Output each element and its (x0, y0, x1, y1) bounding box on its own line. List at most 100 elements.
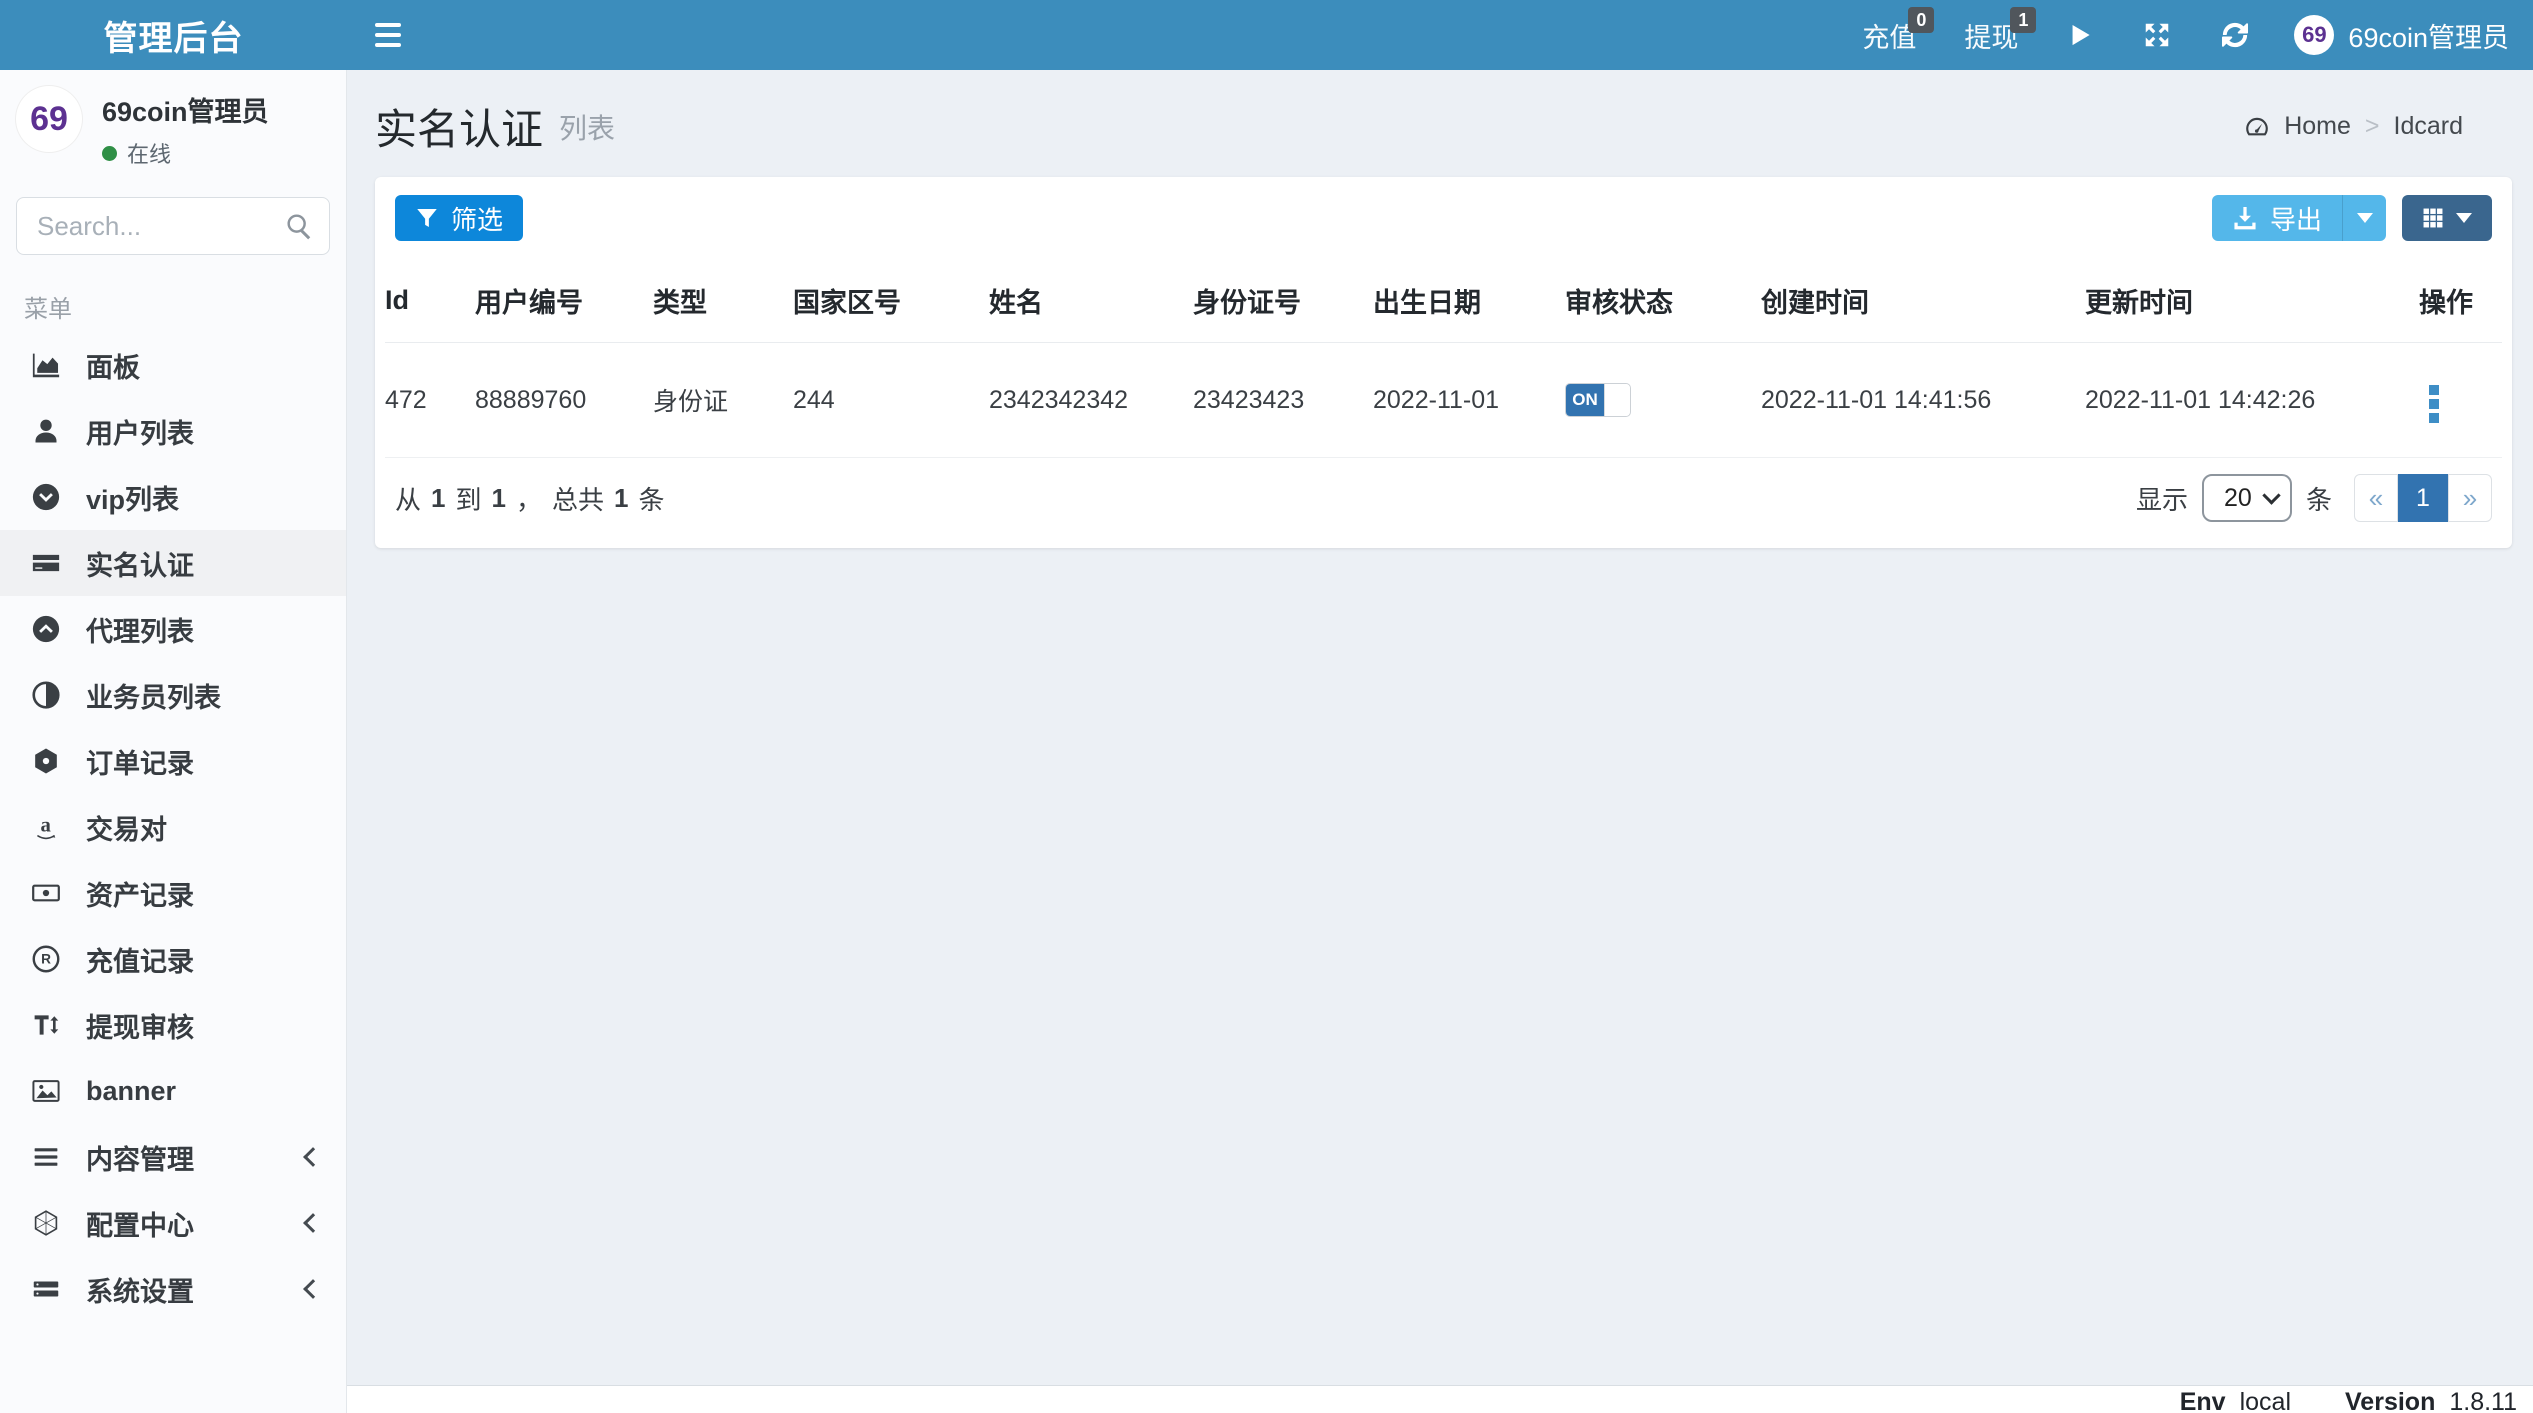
row-actions-button[interactable] (2419, 381, 2449, 427)
sidebar-item-recharge-records[interactable]: R 充值记录 (0, 926, 346, 992)
sidebar-item-vip[interactable]: vip列表 (0, 464, 346, 530)
amazon-a-icon: a (26, 813, 66, 841)
search-icon[interactable] (284, 211, 314, 246)
sidebar-item-label: 业务员列表 (86, 682, 221, 713)
registered-icon: R (26, 945, 66, 973)
sidebar-item-trading-pairs[interactable]: a 交易对 (0, 794, 346, 860)
ellipsis-vertical-icon (2429, 385, 2439, 395)
sidebar-search-input[interactable] (16, 197, 330, 255)
export-button[interactable]: 导出 (2211, 195, 2342, 241)
refresh-button[interactable] (2196, 0, 2274, 70)
col-id[interactable]: Id (385, 259, 475, 343)
play-button[interactable] (2042, 0, 2118, 70)
sidebar-item-dashboard[interactable]: 面板 (0, 332, 346, 398)
navbar-withdraw-link[interactable]: 提现 1 (1940, 0, 2042, 70)
caret-down-icon (2456, 213, 2472, 223)
sidebar-item-assets[interactable]: 资产记录 (0, 860, 346, 926)
download-icon (2234, 207, 2256, 230)
sidebar-item-label: 系统设置 (86, 1276, 194, 1307)
page-size-select[interactable]: 20 (2201, 474, 2292, 522)
menu-section-label: 菜单 (24, 296, 72, 323)
toggle-on-label: ON (1566, 384, 1604, 416)
user-icon (26, 417, 66, 445)
sidebar-item-label: 订单记录 (86, 748, 194, 779)
id-card-icon (26, 549, 66, 577)
caret-down-icon (2356, 213, 2373, 223)
pager-page-1[interactable]: 1 (2398, 474, 2448, 522)
col-id-number[interactable]: 身份证号 (1193, 259, 1373, 343)
sidebar-item-label: 充值记录 (86, 946, 194, 977)
play-icon (2072, 24, 2091, 46)
toggle-handle (1604, 384, 1630, 416)
circle-chevron-up-icon (26, 615, 66, 643)
col-name[interactable]: 姓名 (989, 259, 1193, 343)
filter-button[interactable]: 筛选 (395, 195, 524, 241)
col-updated-at[interactable]: 更新时间 (2085, 259, 2419, 343)
cell-id: 472 (385, 342, 475, 458)
cell-updated-at: 2022-11-01 14:42:26 (2085, 342, 2419, 458)
sidebar-toggle-button[interactable] (347, 0, 429, 70)
sidebar-item-salesmen[interactable]: 业务员列表 (0, 662, 346, 728)
sidebar-item-system[interactable]: 系统设置 (0, 1256, 346, 1322)
version-value: 1.8.11 (2449, 1388, 2517, 1413)
withdraw-badge: 1 (2010, 7, 2037, 33)
card-toolbar: 筛选 导出 (385, 195, 2502, 241)
export-button-group: 导出 (2211, 195, 2386, 241)
sidebar-item-agents[interactable]: 代理列表 (0, 596, 346, 662)
cell-created-at: 2022-11-01 14:41:56 (1761, 342, 2085, 458)
cell-type: 身份证 (653, 342, 793, 458)
unit-label: 条 (2305, 484, 2332, 515)
page-subtitle: 列表 (559, 112, 616, 144)
hamburger-icon (375, 23, 401, 27)
chevron-left-icon (303, 1213, 323, 1233)
sidebar-item-content[interactable]: 内容管理 (0, 1124, 346, 1190)
footer: Env local Version 1.8.11 (347, 1385, 2533, 1413)
navbar-user-menu[interactable]: 69 69coin管理员 (2274, 15, 2519, 55)
sidebar-item-label: 代理列表 (86, 616, 194, 647)
sidebar-item-banner[interactable]: banner (0, 1058, 346, 1124)
cell-id-number: 23423423 (1193, 342, 1373, 458)
table-footer: 从 1 到 1，总共 1 条 显示 20 条 « 1 » (385, 458, 2502, 548)
export-dropdown-button[interactable] (2342, 195, 2386, 241)
table-header-row: Id 用户编号 类型 国家区号 姓名 身份证号 出生日期 审核状态 创建时间 更… (385, 259, 2502, 343)
sidebar-item-label: 交易对 (86, 814, 167, 845)
brand-title[interactable]: 管理后台 (0, 0, 347, 70)
server-icon (26, 1275, 66, 1303)
col-review-status[interactable]: 审核状态 (1565, 259, 1761, 343)
sidebar-item-withdraw-review[interactable]: 提现审核 (0, 992, 346, 1058)
sidebar-menu: 面板 用户列表 vip列表 实名认证 代理列表 业务员列表 订单记录 a 交易对 (0, 332, 346, 1322)
breadcrumb-home[interactable]: Home (2284, 112, 2351, 141)
recharge-badge: 0 (1908, 7, 1935, 33)
money-bill-icon (26, 879, 66, 907)
idcard-table: Id 用户编号 类型 国家区号 姓名 身份证号 出生日期 审核状态 创建时间 更… (385, 259, 2502, 458)
sidebar-item-users[interactable]: 用户列表 (0, 398, 346, 464)
breadcrumb: Home > Idcard (2244, 112, 2463, 141)
filter-funnel-icon (417, 209, 437, 227)
main-content: 实名认证 列表 Home > Idcard 筛选 导出 Id 用户编号 类型 国… (347, 70, 2533, 1385)
svg-text:a: a (40, 814, 51, 837)
sidebar-item-orders[interactable]: 订单记录 (0, 728, 346, 794)
col-type[interactable]: 类型 (653, 259, 793, 343)
sidebar-user-name: 69coin管理员 (102, 97, 269, 127)
navbar-recharge-link[interactable]: 充值 0 (1838, 0, 1940, 70)
fullscreen-button[interactable] (2118, 0, 2196, 70)
sidebar-item-config[interactable]: 配置中心 (0, 1190, 346, 1256)
sidebar-item-label: 用户列表 (86, 418, 194, 449)
col-country-code[interactable]: 国家区号 (793, 259, 989, 343)
text-height-icon (26, 1011, 66, 1039)
sidebar-item-idcard[interactable]: 实名认证 (0, 530, 346, 596)
breadcrumb-separator: > (2364, 112, 2380, 140)
sidebar-item-label: 面板 (86, 352, 140, 383)
pager-prev-button[interactable]: « (2354, 474, 2398, 522)
sidebar-item-label: 配置中心 (86, 1210, 194, 1241)
breadcrumb-current: Idcard (2393, 112, 2463, 140)
col-user-no[interactable]: 用户编号 (475, 259, 653, 343)
col-created-at[interactable]: 创建时间 (1761, 259, 2085, 343)
sidebar-item-label: vip列表 (86, 484, 180, 515)
pager-next-button[interactable]: » (2448, 474, 2492, 522)
status-toggle[interactable]: ON (1565, 383, 1631, 417)
col-birth-date[interactable]: 出生日期 (1373, 259, 1565, 343)
columns-button[interactable] (2402, 195, 2492, 241)
pager: « 1 » (2354, 474, 2492, 522)
cell-review-status: ON (1565, 342, 1761, 458)
